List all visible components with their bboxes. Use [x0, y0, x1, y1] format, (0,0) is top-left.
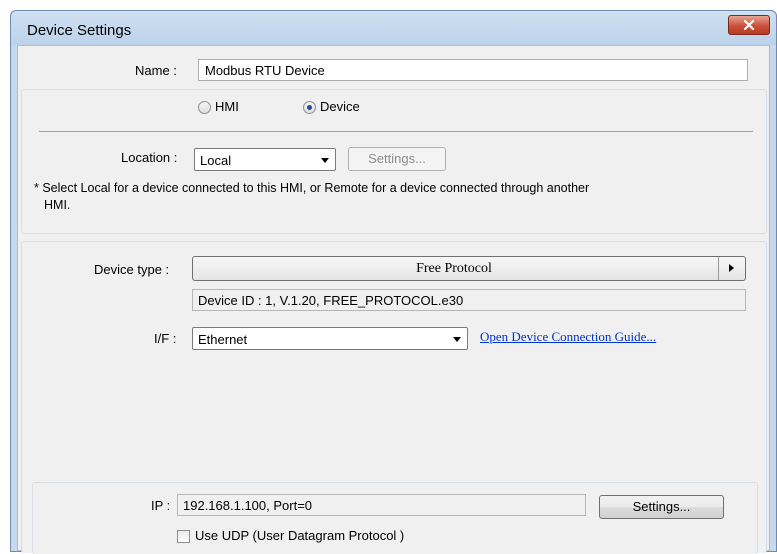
device-radio[interactable] — [303, 101, 316, 114]
device-group: Device type : Free Protocol Device ID : … — [21, 241, 767, 554]
device-radio-label[interactable]: Device — [320, 99, 360, 114]
ip-value: 192.168.1.100, Port=0 — [177, 494, 586, 516]
name-label: Name : — [135, 63, 177, 78]
window-title: Device Settings — [27, 22, 132, 39]
chevron-down-icon — [453, 337, 461, 342]
use-udp-checkbox[interactable] — [177, 530, 190, 543]
device-type-label: Device type : — [94, 262, 170, 277]
ip-settings-button[interactable]: Settings... — [599, 495, 724, 519]
device-type-value: Free Protocol — [416, 261, 492, 276]
close-icon — [743, 20, 755, 30]
hmi-radio-label[interactable]: HMI — [215, 99, 239, 114]
interface-label: I/F : — [154, 331, 177, 346]
ip-label: IP : — [151, 498, 171, 513]
location-settings-button[interactable]: Settings... — [348, 147, 446, 171]
ip-group: IP : 192.168.1.100, Port=0 Settings... U… — [32, 482, 758, 554]
hmi-radio[interactable] — [198, 101, 211, 114]
location-select[interactable]: Local — [194, 148, 336, 171]
use-udp-label[interactable]: Use UDP (User Datagram Protocol ) — [195, 528, 404, 543]
dialog-body: Name : Modbus RTU Device HMI Device Loca… — [17, 45, 770, 554]
interface-select[interactable]: Ethernet — [192, 327, 468, 350]
interface-select-value: Ethernet — [198, 332, 248, 347]
target-group: HMI Device Location : Local Settings... … — [21, 89, 767, 234]
name-input[interactable]: Modbus RTU Device — [198, 59, 748, 81]
close-button[interactable] — [728, 15, 770, 35]
divider — [39, 131, 753, 132]
device-settings-dialog: Device Settings Name : Modbus RTU Device… — [10, 10, 777, 554]
device-id-info: Device ID : 1, V.1.20, FREE_PROTOCOL.e30 — [192, 289, 746, 311]
location-select-value: Local — [200, 153, 232, 168]
chevron-right-icon[interactable] — [718, 257, 745, 280]
title-bar[interactable]: Device Settings — [11, 11, 776, 45]
chevron-down-icon — [321, 158, 329, 163]
location-label: Location : — [121, 150, 178, 165]
location-hint-line2: HMI. — [44, 198, 71, 212]
open-connection-guide-link[interactable]: Open Device Connection Guide... — [480, 329, 656, 345]
device-type-selector[interactable]: Free Protocol — [192, 256, 746, 281]
location-hint-line1: * Select Local for a device connected to… — [34, 181, 590, 195]
